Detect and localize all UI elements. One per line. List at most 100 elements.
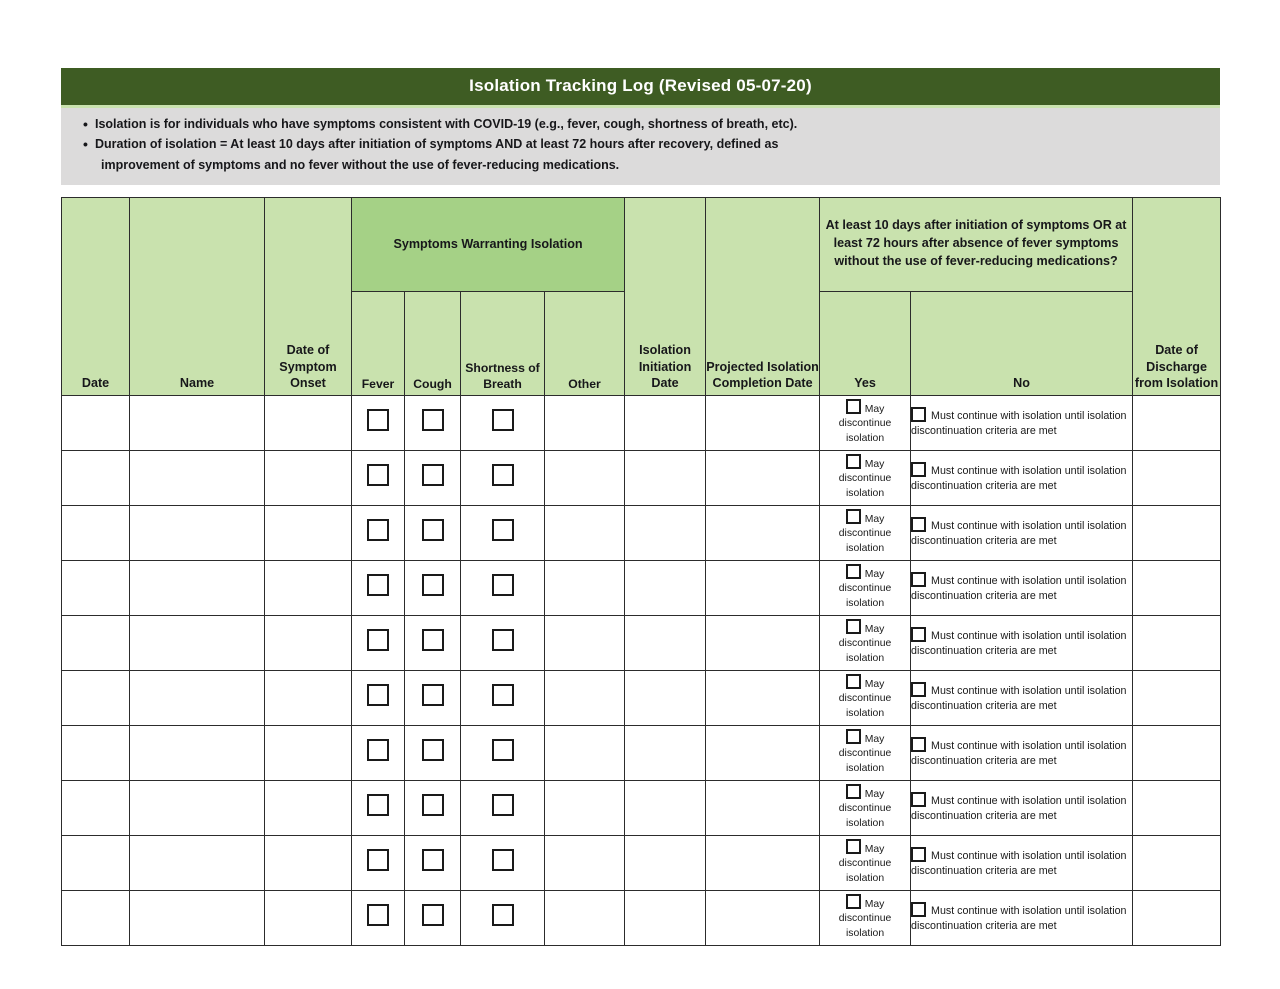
cell-isolation-initiation-date[interactable] — [624, 834, 707, 891]
checkbox-icon[interactable] — [845, 783, 861, 799]
checkbox-icon[interactable] — [845, 618, 861, 634]
cell-name[interactable] — [129, 834, 265, 891]
cell-yes-may-discontinue[interactable]: May discontinue isolation — [819, 504, 912, 561]
cell-date-of-discharge[interactable] — [1132, 559, 1222, 616]
cell-name[interactable] — [129, 779, 265, 836]
cell-symptom-onset[interactable] — [264, 614, 352, 671]
checkbox-icon[interactable] — [491, 739, 514, 762]
cell-isolation-initiation-date[interactable] — [624, 669, 707, 726]
cell-name[interactable] — [129, 669, 265, 726]
cell-isolation-initiation-date[interactable] — [624, 449, 707, 506]
cell-symptom-onset[interactable] — [264, 834, 352, 891]
checkbox-icon[interactable] — [845, 893, 861, 909]
cell-cough-checkbox[interactable] — [404, 614, 461, 671]
cell-other[interactable] — [543, 889, 626, 946]
cell-cough-checkbox[interactable] — [404, 559, 461, 616]
cell-yes-may-discontinue[interactable]: May discontinue isolation — [819, 669, 912, 726]
checkbox-icon[interactable] — [911, 461, 927, 477]
cell-no-must-continue[interactable]: Must continue with isolation until isola… — [910, 669, 1134, 726]
checkbox-icon[interactable] — [367, 684, 389, 707]
cell-cough-checkbox[interactable] — [404, 724, 461, 781]
cell-name[interactable] — [129, 559, 265, 616]
checkbox-icon[interactable] — [367, 849, 389, 872]
cell-projected-completion-date[interactable] — [705, 559, 821, 616]
cell-date[interactable] — [61, 834, 130, 891]
cell-shortness-of-breath-checkbox[interactable] — [460, 669, 545, 726]
cell-date-of-discharge[interactable] — [1132, 504, 1222, 561]
checkbox-icon[interactable] — [421, 684, 444, 707]
cell-no-must-continue[interactable]: Must continue with isolation until isola… — [910, 394, 1134, 451]
cell-cough-checkbox[interactable] — [404, 504, 461, 561]
cell-no-must-continue[interactable]: Must continue with isolation until isola… — [910, 614, 1134, 671]
cell-isolation-initiation-date[interactable] — [624, 504, 707, 561]
checkbox-icon[interactable] — [845, 728, 861, 744]
cell-date[interactable] — [61, 889, 130, 946]
checkbox-icon[interactable] — [421, 519, 444, 542]
cell-no-must-continue[interactable]: Must continue with isolation until isola… — [910, 834, 1134, 891]
cell-fever-checkbox[interactable] — [351, 669, 405, 726]
cell-symptom-onset[interactable] — [264, 669, 352, 726]
cell-shortness-of-breath-checkbox[interactable] — [460, 394, 545, 451]
checkbox-icon[interactable] — [845, 398, 861, 414]
checkbox-icon[interactable] — [421, 739, 444, 762]
cell-date-of-discharge[interactable] — [1132, 394, 1222, 451]
cell-fever-checkbox[interactable] — [351, 394, 405, 451]
cell-no-must-continue[interactable]: Must continue with isolation until isola… — [910, 779, 1134, 836]
cell-fever-checkbox[interactable] — [351, 449, 405, 506]
cell-yes-may-discontinue[interactable]: May discontinue isolation — [819, 559, 912, 616]
cell-fever-checkbox[interactable] — [351, 559, 405, 616]
cell-projected-completion-date[interactable] — [705, 724, 821, 781]
checkbox-icon[interactable] — [491, 904, 514, 927]
checkbox-icon[interactable] — [491, 574, 514, 597]
checkbox-icon[interactable] — [911, 681, 927, 697]
cell-date[interactable] — [61, 779, 130, 836]
cell-date-of-discharge[interactable] — [1132, 779, 1222, 836]
cell-projected-completion-date[interactable] — [705, 779, 821, 836]
checkbox-icon[interactable] — [911, 406, 927, 422]
checkbox-icon[interactable] — [845, 673, 861, 689]
checkbox-icon[interactable] — [421, 464, 444, 487]
cell-cough-checkbox[interactable] — [404, 669, 461, 726]
cell-shortness-of-breath-checkbox[interactable] — [460, 889, 545, 946]
cell-projected-completion-date[interactable] — [705, 449, 821, 506]
checkbox-icon[interactable] — [421, 849, 444, 872]
cell-yes-may-discontinue[interactable]: May discontinue isolation — [819, 449, 912, 506]
cell-symptom-onset[interactable] — [264, 394, 352, 451]
cell-name[interactable] — [129, 504, 265, 561]
cell-no-must-continue[interactable]: Must continue with isolation until isola… — [910, 449, 1134, 506]
cell-fever-checkbox[interactable] — [351, 504, 405, 561]
cell-no-must-continue[interactable]: Must continue with isolation until isola… — [910, 889, 1134, 946]
checkbox-icon[interactable] — [491, 629, 514, 652]
checkbox-icon[interactable] — [421, 904, 444, 927]
cell-shortness-of-breath-checkbox[interactable] — [460, 559, 545, 616]
checkbox-icon[interactable] — [421, 629, 444, 652]
cell-date[interactable] — [61, 559, 130, 616]
cell-projected-completion-date[interactable] — [705, 834, 821, 891]
checkbox-icon[interactable] — [367, 574, 389, 597]
checkbox-icon[interactable] — [845, 563, 861, 579]
cell-date-of-discharge[interactable] — [1132, 669, 1222, 726]
cell-fever-checkbox[interactable] — [351, 889, 405, 946]
cell-yes-may-discontinue[interactable]: May discontinue isolation — [819, 724, 912, 781]
checkbox-icon[interactable] — [421, 794, 444, 817]
checkbox-icon[interactable] — [911, 791, 927, 807]
cell-shortness-of-breath-checkbox[interactable] — [460, 834, 545, 891]
checkbox-icon[interactable] — [911, 516, 927, 532]
checkbox-icon[interactable] — [491, 519, 514, 542]
cell-other[interactable] — [543, 724, 626, 781]
checkbox-icon[interactable] — [845, 453, 861, 469]
cell-shortness-of-breath-checkbox[interactable] — [460, 504, 545, 561]
cell-isolation-initiation-date[interactable] — [624, 394, 707, 451]
cell-name[interactable] — [129, 614, 265, 671]
cell-yes-may-discontinue[interactable]: May discontinue isolation — [819, 614, 912, 671]
checkbox-icon[interactable] — [845, 508, 861, 524]
cell-shortness-of-breath-checkbox[interactable] — [460, 449, 545, 506]
checkbox-icon[interactable] — [367, 464, 389, 487]
checkbox-icon[interactable] — [911, 901, 927, 917]
checkbox-icon[interactable] — [421, 409, 444, 432]
cell-other[interactable] — [543, 779, 626, 836]
checkbox-icon[interactable] — [367, 904, 389, 927]
cell-date[interactable] — [61, 504, 130, 561]
checkbox-icon[interactable] — [367, 629, 389, 652]
cell-other[interactable] — [543, 669, 626, 726]
